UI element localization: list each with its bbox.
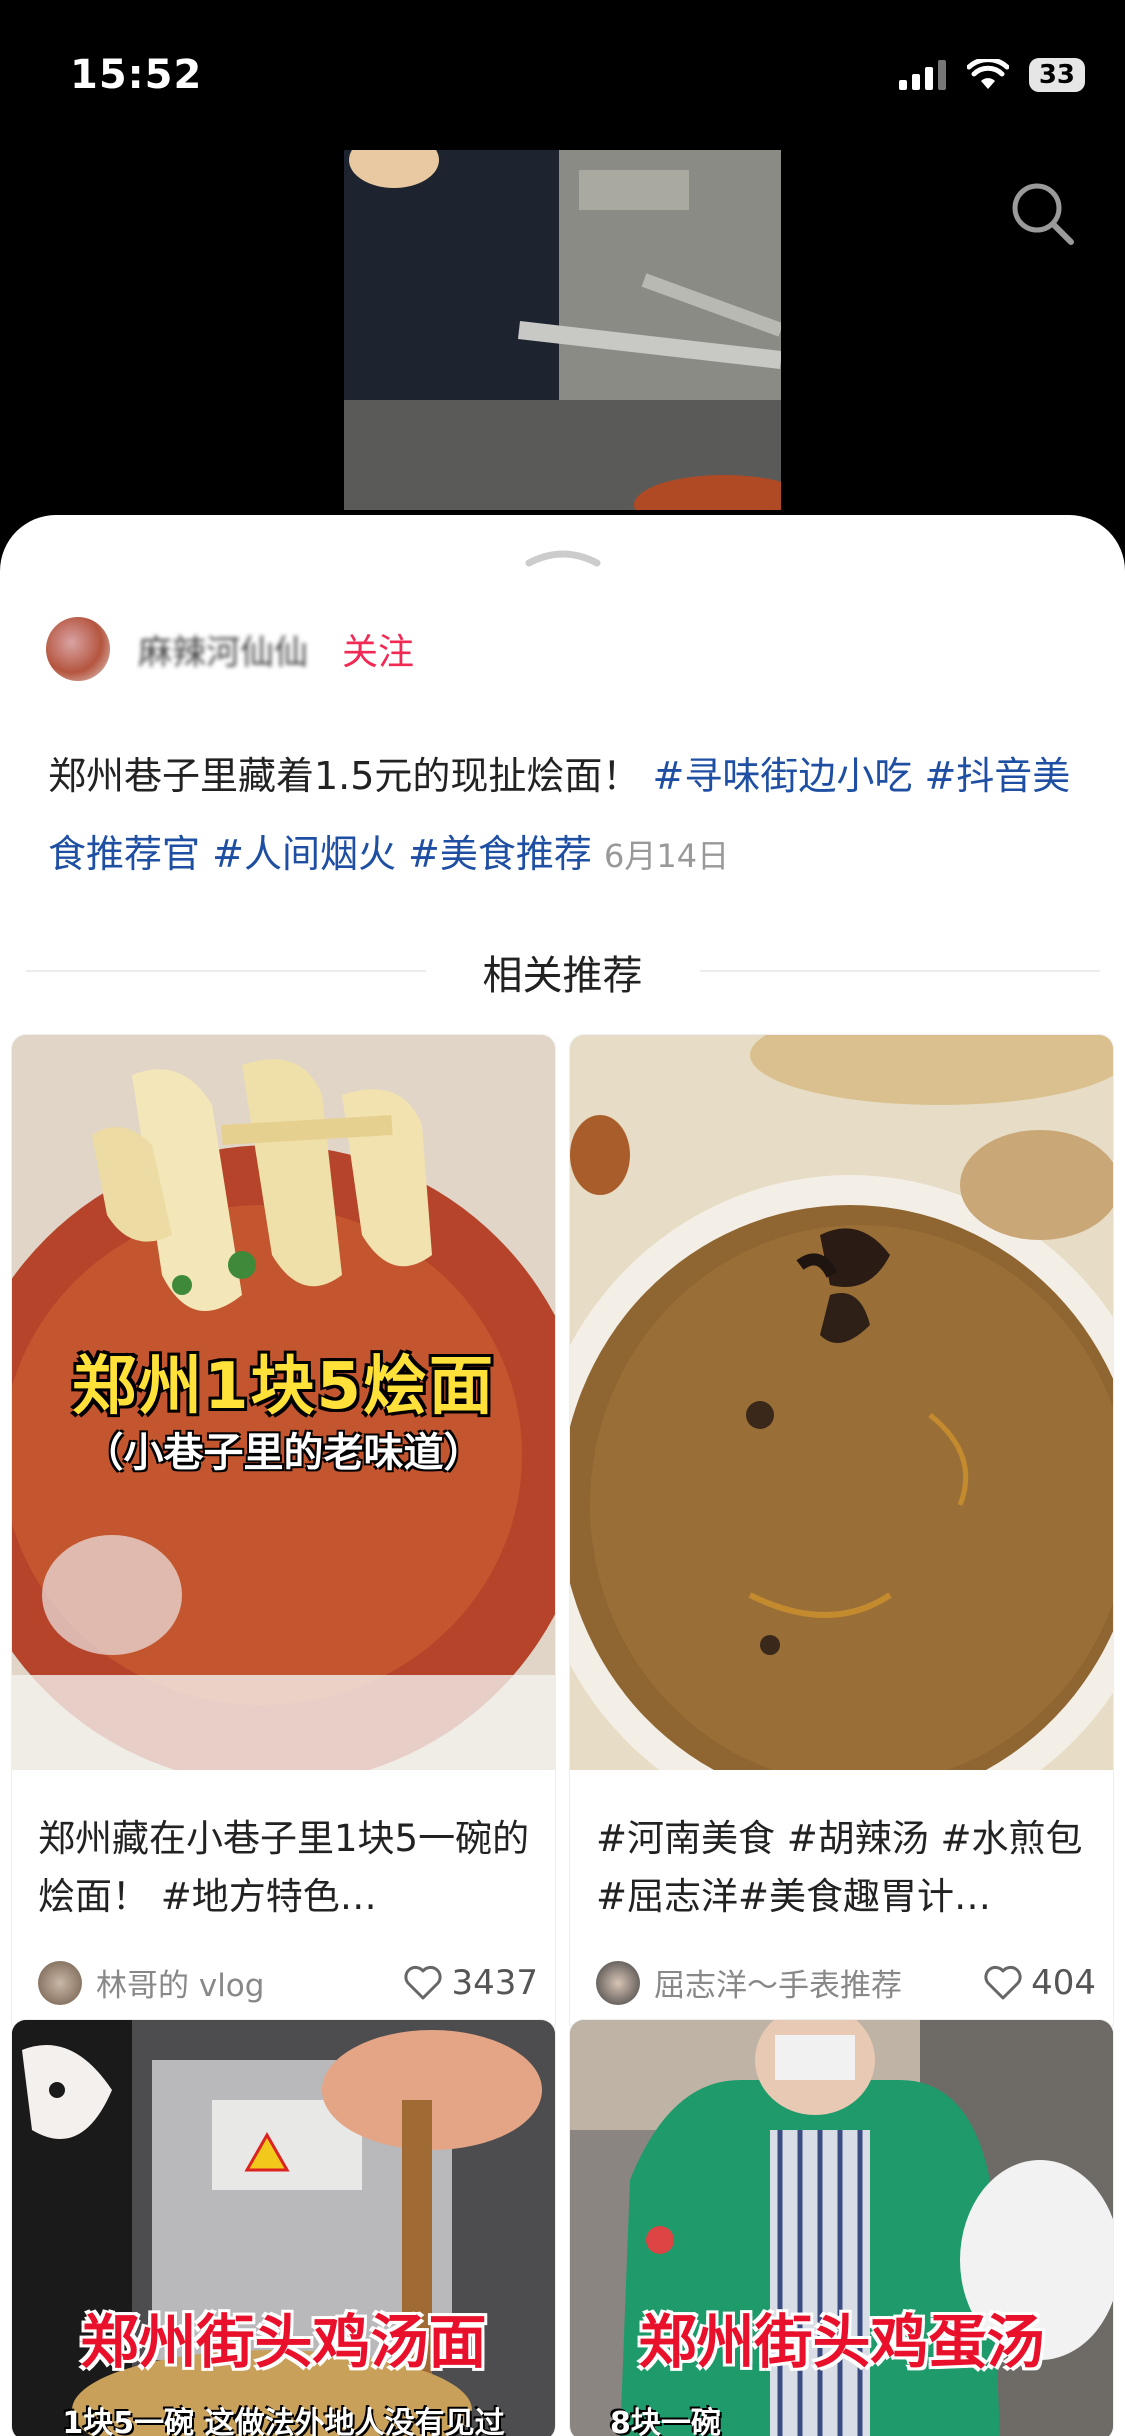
heart-icon — [984, 1965, 1022, 1999]
divider-right — [700, 970, 1100, 972]
hashtag[interactable]: #寻味街边小吃 — [653, 754, 913, 798]
wifi-icon — [966, 59, 1009, 89]
related-card[interactable]: 郑州街头鸡蛋汤 8块一碗 — [570, 2020, 1113, 2436]
author-avatar[interactable] — [46, 617, 110, 681]
like-button[interactable]: 404 — [983, 1963, 1096, 2003]
post-caption: 郑州巷子里藏着1.5元的现扯烩面！ #寻味街边小吃 #抖音美食推荐官 #人间烟火… — [48, 737, 1088, 895]
card-overlay-title: 郑州街头鸡汤面 — [80, 2308, 487, 2376]
signal-icon — [898, 60, 946, 90]
card-overlay-subtitle: 1块5一碗 这做法外地人没有见过 — [62, 2406, 505, 2436]
card-title: #河南美食 #胡辣汤 #水煎包 #屈志洋#美食趣胃计… — [596, 1817, 1083, 1918]
card-title: 郑州藏在小巷子里1块5一碗的烩面！ #地方特色… — [38, 1817, 530, 1918]
chevron-up-icon — [525, 550, 601, 567]
author-name[interactable]: 麻辣河仙仙 — [138, 625, 308, 674]
user-avatar[interactable] — [596, 1960, 640, 2005]
card-thumbnail: 郑州街头鸡蛋汤 8块一碗 — [570, 2020, 1113, 2436]
video-preview[interactable] — [344, 150, 781, 510]
card-meta: 屈志洋～手表推荐 404 — [596, 1960, 1096, 2005]
card-thumbnail — [570, 1035, 1113, 1770]
like-button[interactable]: 3437 — [403, 1963, 538, 2003]
card-overlay-subtitle: （小巷子里的老味道） — [83, 1430, 484, 1476]
card-user[interactable]: 屈志洋～手表推荐 — [654, 1960, 902, 2005]
battery-indicator: 33 — [1028, 58, 1085, 92]
status-icons: 33 — [898, 58, 1085, 92]
card-meta: 林哥的 vlog 3437 — [38, 1960, 538, 2005]
hashtag[interactable]: #人间烟火 — [212, 832, 396, 876]
related-title: 相关推荐 — [482, 953, 643, 999]
card-thumbnail: 郑州街头鸡汤面 1块5一碗 这做法外地人没有见过 — [12, 2020, 555, 2436]
user-avatar[interactable] — [38, 1960, 82, 2005]
author-row: 麻辣河仙仙 关注 — [46, 617, 414, 681]
like-count: 404 — [1031, 1962, 1096, 2003]
card-thumbnail: 郑州1块5烩面 （小巷子里的老味道） — [12, 1035, 555, 1770]
search-icon — [1012, 183, 1074, 245]
related-card[interactable]: 郑州街头鸡汤面 1块5一碗 这做法外地人没有见过 — [12, 2020, 555, 2436]
status-time: 15:52 — [70, 52, 203, 98]
card-overlay-title: 郑州街头鸡蛋汤 — [638, 2308, 1045, 2376]
related-card[interactable]: #河南美食 #胡辣汤 #水煎包 #屈志洋#美食趣胃计… 屈志洋～手表推荐 404 — [570, 1035, 1113, 2035]
status-bar: 15:52 33 — [0, 0, 1125, 150]
sheet-handle[interactable] — [525, 543, 601, 571]
card-overlay-subtitle: 8块一碗 — [610, 2406, 721, 2436]
search-button[interactable] — [1009, 180, 1075, 250]
hashtag[interactable]: #美食推荐 — [408, 832, 592, 876]
post-date: 6月14日 — [603, 837, 730, 875]
related-card[interactable]: 郑州1块5烩面 （小巷子里的老味道） 郑州藏在小巷子里1块5一碗的烩面！ #地方… — [12, 1035, 555, 2035]
card-user[interactable]: 林哥的 vlog — [96, 1960, 264, 2005]
like-count: 3437 — [451, 1962, 538, 2003]
heart-icon — [404, 1965, 443, 1999]
follow-button[interactable]: 关注 — [342, 623, 414, 675]
comment-sheet: 麻辣河仙仙 关注 郑州巷子里藏着1.5元的现扯烩面！ #寻味街边小吃 #抖音美食… — [0, 515, 1125, 2436]
caption-text: 郑州巷子里藏着1.5元的现扯烩面！ — [48, 754, 641, 798]
card-overlay-title: 郑州1块5烩面 — [71, 1350, 496, 1424]
